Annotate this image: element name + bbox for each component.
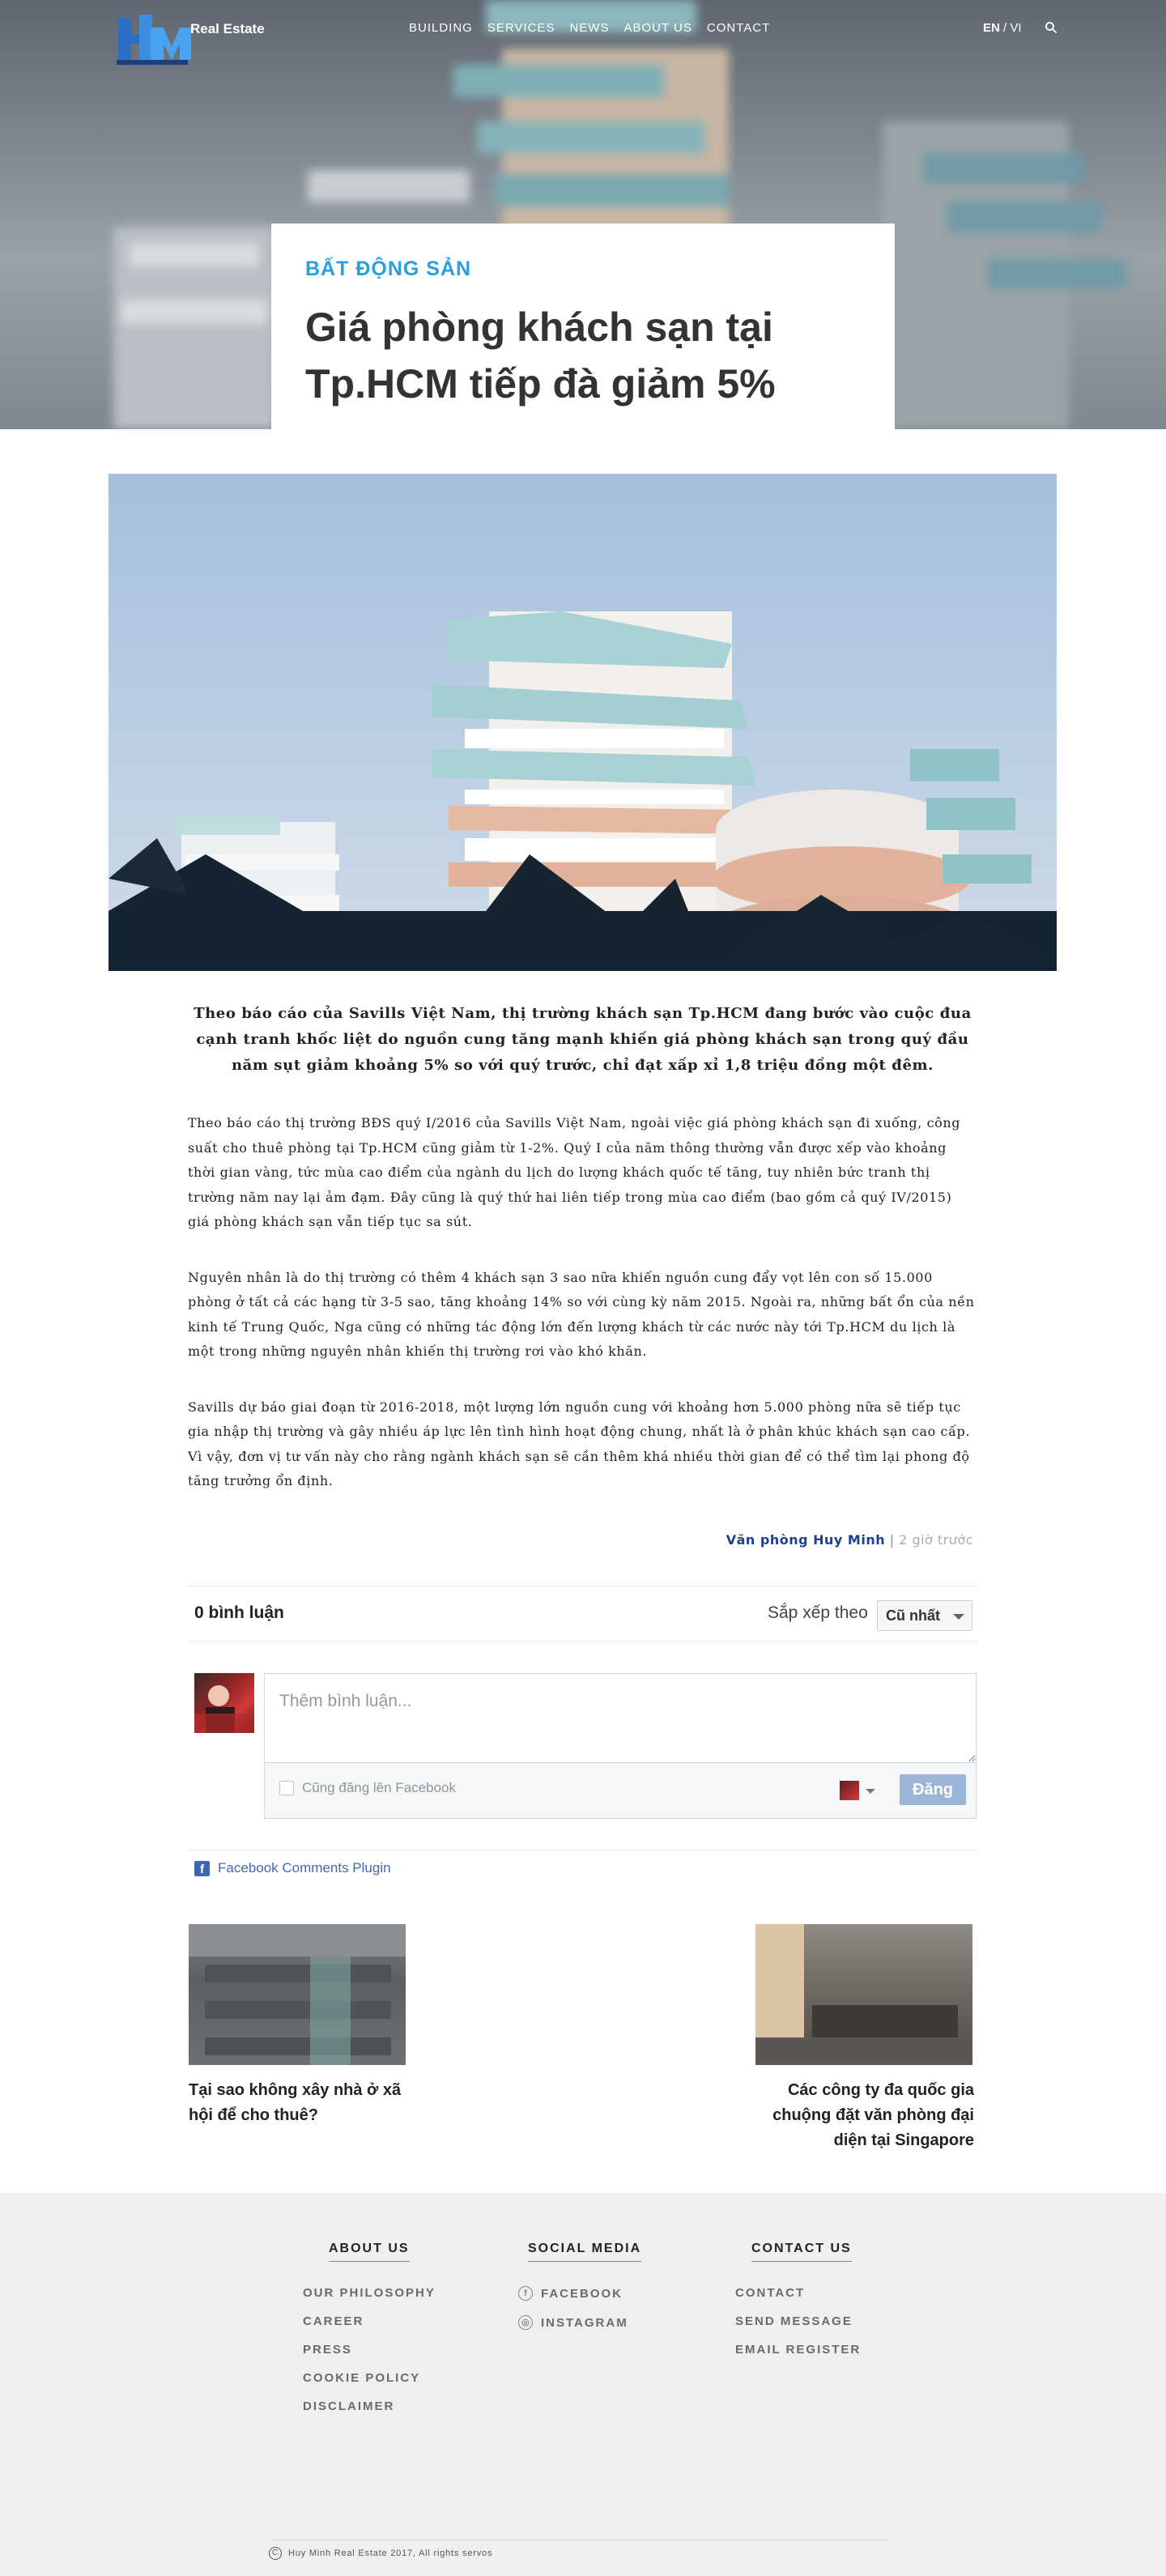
instagram-icon: ◎ (518, 2315, 533, 2330)
copyright-text: Huy Minh Real Estate 2017, All rights se… (288, 2548, 493, 2558)
footer-social-column: SOCIAL MEDIA f FACEBOOK ◎ INSTAGRAM (518, 2242, 642, 2330)
footer-instagram-label: INSTAGRAM (541, 2315, 628, 2330)
copyright: C Huy Minh Real Estate 2017, All rights … (269, 2547, 492, 2560)
previous-post-image[interactable] (189, 1924, 406, 2065)
author-link[interactable]: Văn phòng Huy Minh (726, 1532, 885, 1548)
footer-link-email-register[interactable]: EMAIL REGISTER (735, 2343, 861, 2357)
footer-social-heading: SOCIAL MEDIA (528, 2242, 642, 2262)
article-main-image (109, 474, 1057, 971)
footer-link-philosophy[interactable]: OUR PHILOSOPHY (303, 2286, 436, 2300)
building-illustration (109, 611, 1057, 971)
chevron-down-icon[interactable] (866, 1789, 875, 1794)
article-lead: Theo báo cáo của Savills Việt Nam, thị t… (194, 1005, 972, 1074)
main-nav: BUILDING SERVICES NEWS ABOUT US CONTACT (409, 21, 785, 35)
facebook-plugin-link[interactable]: f Facebook Comments Plugin (194, 1860, 391, 1876)
footer-contact-column: CONTACT US CONTACT SEND MESSAGE EMAIL RE… (735, 2242, 861, 2357)
lang-separator: / (999, 21, 1011, 35)
also-post-checkbox[interactable] (279, 1781, 294, 1795)
footer-link-career[interactable]: CAREER (303, 2314, 436, 2328)
nav-news[interactable]: NEWS (569, 21, 609, 35)
footer-link-press[interactable]: PRESS (303, 2343, 436, 2357)
next-post-title[interactable]: Các công ty đa quốc gia chuộng đặt văn p… (755, 2078, 974, 2153)
footer-about-heading: ABOUT US (329, 2242, 410, 2262)
site-logo[interactable] (113, 11, 191, 70)
article-body: Theo báo cáo của Savills Việt Nam, thị t… (188, 1001, 977, 1494)
title-card: BẤT ĐỘNG SẢN Giá phòng khách sạn tại Tp.… (271, 224, 895, 429)
footer-link-contact[interactable]: CONTACT (735, 2286, 861, 2300)
article-paragraph: Savills dự báo giai đoạn từ 2016-2018, m… (188, 1399, 971, 1489)
previous-post-title[interactable]: Tại sao không xây nhà ở xã hội để cho th… (189, 2078, 406, 2128)
post-comment-button[interactable]: Đăng (900, 1774, 966, 1805)
post-category[interactable]: BẤT ĐỘNG SẢN (305, 258, 861, 281)
sort-select[interactable]: Cũ nhất (877, 1600, 972, 1631)
footer-contact-heading: CONTACT US (751, 2242, 852, 2262)
post-title: Giá phòng khách sạn tại Tp.HCM tiếp đà g… (305, 304, 776, 407)
hero-banner: Real Estate BUILDING SERVICES NEWS ABOUT… (0, 0, 1166, 429)
footer-link-facebook[interactable]: f FACEBOOK (518, 2286, 641, 2301)
facebook-icon: f (518, 2286, 533, 2301)
nav-building[interactable]: BUILDING (409, 21, 473, 35)
nav-contact[interactable]: CONTACT (707, 21, 770, 35)
user-avatar[interactable] (194, 1673, 254, 1733)
footer-link-disclaimer[interactable]: DISCLAIMER (303, 2399, 436, 2413)
site-footer: ABOUT US OUR PHILOSOPHY CAREER PRESS COO… (0, 2193, 1166, 2576)
facebook-plugin-label: Facebook Comments Plugin (218, 1860, 391, 1876)
nav-about-us[interactable]: ABOUT US (623, 21, 692, 35)
byline-separator: | (885, 1532, 900, 1548)
comment-input[interactable] (265, 1674, 976, 1763)
language-switcher: EN / VI (983, 21, 1022, 35)
top-navbar: Real Estate BUILDING SERVICES NEWS ABOUT… (0, 0, 1166, 65)
article-paragraph: Theo báo cáo thị trường BĐS quý I/2016 c… (188, 1115, 961, 1229)
lang-en[interactable]: EN (983, 21, 1000, 35)
logo-text[interactable]: Real Estate (190, 21, 265, 37)
footer-link-instagram[interactable]: ◎ INSTAGRAM (518, 2315, 641, 2330)
post-time: 2 giờ trước (899, 1532, 973, 1548)
lang-vi[interactable]: VI (1010, 21, 1021, 35)
search-icon[interactable] (1045, 21, 1057, 34)
footer-link-cookie-policy[interactable]: COOKIE POLICY (303, 2371, 436, 2385)
identity-avatar[interactable] (840, 1781, 859, 1800)
sort-select-value: Cũ nhất (886, 1607, 940, 1624)
chevron-down-icon (953, 1614, 964, 1620)
copyright-icon: C (269, 2547, 282, 2560)
also-post-label[interactable]: Cũng đăng lên Facebook (302, 1780, 456, 1796)
sort-label: Sắp xếp theo (768, 1603, 868, 1622)
article-byline: Văn phòng Huy Minh | 2 giờ trước (188, 1532, 973, 1548)
comment-composer: Cũng đăng lên Facebook Đăng (264, 1673, 977, 1819)
facebook-icon: f (194, 1860, 210, 1876)
nav-services[interactable]: SERVICES (487, 21, 555, 35)
next-post-image[interactable] (755, 1924, 972, 2065)
footer-link-send-message[interactable]: SEND MESSAGE (735, 2314, 861, 2328)
footer-about-column: ABOUT US OUR PHILOSOPHY CAREER PRESS COO… (303, 2242, 436, 2413)
article-paragraph: Nguyên nhân là do thị trường có thêm 4 k… (188, 1269, 975, 1360)
composer-footer: Cũng đăng lên Facebook Đăng (265, 1763, 976, 1818)
footer-facebook-label: FACEBOOK (541, 2286, 623, 2301)
